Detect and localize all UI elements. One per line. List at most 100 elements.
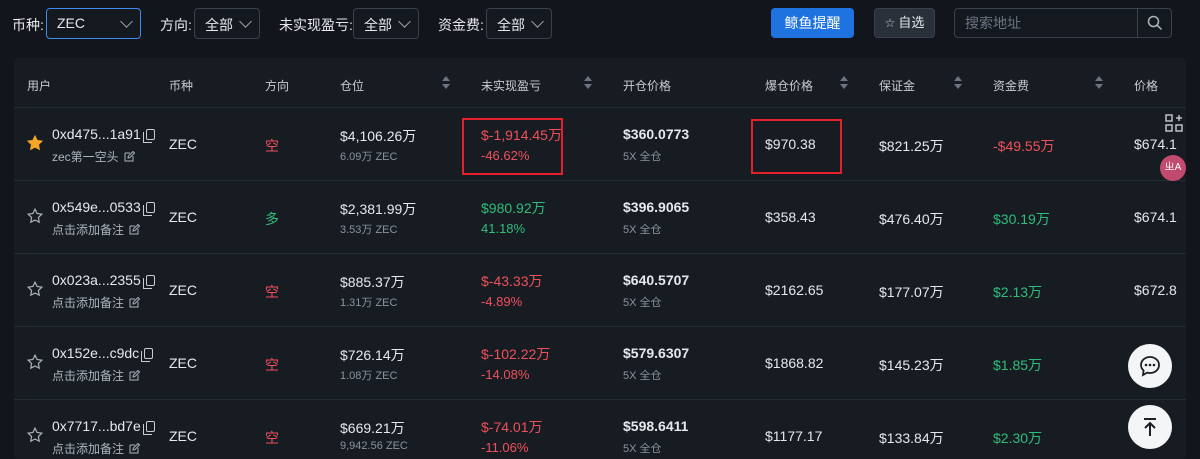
position-size: 3.53万 ZEC <box>340 224 398 236</box>
remark-link[interactable]: 点击添加备注 <box>52 221 141 238</box>
search-icon <box>1147 15 1163 31</box>
arrow-up-icon <box>1144 418 1156 436</box>
sort-liquidation-icon[interactable] <box>840 76 848 90</box>
pnl-value: $-74.01万 <box>481 419 543 435</box>
table-row[interactable]: 0xd475...1a91 zec第一空头 ZEC 空 $4,106.26万 6… <box>14 108 1186 181</box>
pnl-highlight-box <box>462 118 563 175</box>
copy-icon[interactable] <box>142 202 155 216</box>
funding-select-value: 全部 <box>497 17 525 33</box>
wallet-address[interactable]: 0x549e...0533 <box>52 199 155 216</box>
wallet-address[interactable]: 0x7717...bd7e <box>52 418 155 435</box>
sort-pnl-icon[interactable] <box>584 76 592 90</box>
position-value: $669.21万 <box>340 420 405 436</box>
chat-bubble-icon <box>1140 356 1160 377</box>
liquidation-price: $1177.17 <box>765 428 823 444</box>
chevron-down-icon <box>398 15 411 28</box>
table-row[interactable]: 0x023a...2355 点击添加备注 ZEC 空 $885.37万 1.31… <box>14 254 1186 327</box>
margin-value: $476.40万 <box>879 211 944 227</box>
pnl-select-value: 全部 <box>364 17 392 33</box>
entry-price: $396.9065 <box>623 199 690 215</box>
mark-price: $674.1 <box>1134 209 1177 225</box>
pnl-percent: -11.06% <box>481 440 529 455</box>
coin-cell: ZEC <box>169 209 197 225</box>
pnl-percent: -14.08% <box>481 367 530 382</box>
margin-value: $821.25万 <box>879 138 944 154</box>
mark-price: $674.1 <box>1134 136 1177 152</box>
star-icon[interactable] <box>27 208 43 224</box>
position-value: $726.14万 <box>340 347 405 363</box>
table-header: 用户 币种 方向 仓位 未实现盈亏 开仓价格 爆仓价格 保证金 资金费 价格 <box>14 58 1186 108</box>
leverage-mode: 5X 全仓 <box>623 370 662 382</box>
star-icon[interactable] <box>27 427 43 443</box>
direction-cell: 多 <box>265 211 279 227</box>
remark-link[interactable]: zec第一空头 <box>52 148 135 165</box>
coin-select-value: ZEC <box>57 15 85 31</box>
col-margin: 保证金 <box>879 79 916 93</box>
apps-grid-icon[interactable] <box>1165 114 1183 132</box>
copy-icon[interactable] <box>141 348 154 362</box>
sort-position-icon[interactable] <box>442 76 450 90</box>
search-button[interactable] <box>1137 9 1171 37</box>
chevron-down-icon <box>239 15 252 28</box>
table-row[interactable]: 0x7717...bd7e 点击添加备注 ZEC 空 $669.21万 9,94… <box>14 400 1186 459</box>
copy-icon[interactable] <box>142 129 155 143</box>
position-size: 1.31万 ZEC <box>340 297 398 309</box>
col-unrealized-pnl: 未实现盈亏 <box>481 79 542 93</box>
chat-button[interactable] <box>1128 344 1172 388</box>
star-icon[interactable] <box>27 135 43 151</box>
coin-cell: ZEC <box>169 428 197 444</box>
position-size: 9,942.56 ZEC <box>340 440 408 452</box>
star-icon[interactable] <box>27 354 43 370</box>
col-position: 仓位 <box>340 79 365 93</box>
pnl-value: $-43.33万 <box>481 273 543 289</box>
wallet-address[interactable]: 0xd475...1a91 <box>52 126 155 143</box>
position-value: $4,106.26万 <box>340 128 417 144</box>
wallet-address[interactable]: 0x152e...c9dc <box>52 345 154 362</box>
edit-icon <box>129 224 141 235</box>
chevron-down-icon <box>120 15 133 28</box>
table-row[interactable]: 0x152e...c9dc 点击添加备注 ZEC 空 $726.14万 1.08… <box>14 327 1186 400</box>
remark-link[interactable]: 点击添加备注 <box>52 367 141 384</box>
col-entry-price: 开仓价格 <box>623 79 672 93</box>
liquidation-price: $1868.82 <box>765 355 824 371</box>
liquidation-price: $358.43 <box>765 209 816 225</box>
coin-select[interactable]: ZEC <box>46 8 141 39</box>
coin-cell: ZEC <box>169 355 197 371</box>
positions-table: 用户 币种 方向 仓位 未实现盈亏 开仓价格 爆仓价格 保证金 资金费 价格 0… <box>14 58 1186 459</box>
sort-margin-icon[interactable] <box>954 76 962 90</box>
col-user: 用户 <box>27 79 52 93</box>
copy-icon[interactable] <box>142 421 155 435</box>
leverage-mode: 5X 全仓 <box>623 443 662 455</box>
funding-value: $2.13万 <box>993 284 1043 300</box>
liquidation-highlight-box <box>751 119 842 174</box>
funding-value: $2.30万 <box>993 430 1043 446</box>
remark-link[interactable]: 点击添加备注 <box>52 294 141 311</box>
sort-funding-icon[interactable] <box>1095 76 1103 90</box>
funding-select[interactable]: 全部 <box>486 8 552 39</box>
direction-select-value: 全部 <box>205 17 233 33</box>
edit-icon <box>129 443 141 454</box>
coin-cell: ZEC <box>169 136 197 152</box>
liquidation-price: $2162.65 <box>765 282 824 298</box>
star-outline-icon: ☆ <box>884 16 896 30</box>
edit-icon <box>129 297 141 308</box>
table-row[interactable]: 0x549e...0533 点击添加备注 ZEC 多 $2,381.99万 3.… <box>14 181 1186 254</box>
copy-icon[interactable] <box>142 275 155 289</box>
whale-alert-button[interactable]: 鲸鱼提醒 <box>771 8 854 38</box>
col-funding: 资金费 <box>993 79 1030 93</box>
funding-value: $30.19万 <box>993 211 1050 227</box>
direction-select[interactable]: 全部 <box>194 8 260 39</box>
favorites-button[interactable]: ☆ 自选 <box>874 8 935 38</box>
mark-price: $672.8 <box>1134 282 1177 298</box>
margin-value: $177.07万 <box>879 284 944 300</box>
back-to-top-button[interactable] <box>1128 405 1172 449</box>
remark-link[interactable]: 点击添加备注 <box>52 440 141 457</box>
favorites-label: 自选 <box>898 15 925 30</box>
wallet-address[interactable]: 0x023a...2355 <box>52 272 155 289</box>
star-icon[interactable] <box>27 281 43 297</box>
edit-icon <box>124 151 135 162</box>
entry-price: $360.0773 <box>623 126 690 142</box>
pnl-select[interactable]: 全部 <box>353 8 419 39</box>
search-input[interactable] <box>955 9 1139 37</box>
translate-icon[interactable]: ㄓA <box>1160 155 1186 181</box>
